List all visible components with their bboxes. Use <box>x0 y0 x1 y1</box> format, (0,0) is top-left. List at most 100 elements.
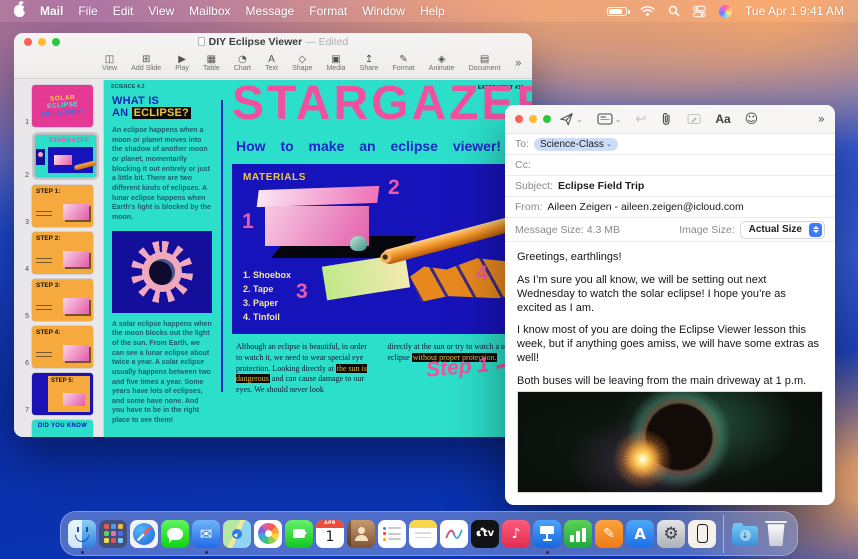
dock-maps-icon[interactable] <box>223 519 251 548</box>
view-button[interactable]: ◫ View <box>102 54 117 73</box>
animate-icon: ◈ <box>437 53 446 65</box>
send-button[interactable]: ⌄ <box>559 112 583 126</box>
slide-thumbnail-row: 6 STEP 4: <box>14 326 103 368</box>
slide-thumbnail-8[interactable]: DID YOU KNOW <box>32 420 93 437</box>
menu-mailbox[interactable]: Mailbox <box>189 4 230 18</box>
menu-file[interactable]: File <box>78 4 97 18</box>
menu-message[interactable]: Message <box>246 4 295 18</box>
message-body[interactable]: Greetings, earthlings! As I’m sure you a… <box>505 242 835 390</box>
document-button[interactable]: ▤ Document <box>469 54 501 73</box>
table-button[interactable]: ▦ Table <box>203 54 220 73</box>
dock-settings-icon[interactable]: ⚙ <box>657 519 685 548</box>
text-button[interactable]: A Text <box>265 54 278 73</box>
dock-downloads-icon[interactable]: ↓ <box>731 520 759 548</box>
dock-appstore-icon[interactable]: A <box>626 519 654 548</box>
paperclip-icon <box>663 113 670 125</box>
materials-number-1: 1 <box>242 210 254 233</box>
play-button[interactable]: ▶ Play <box>175 54 189 73</box>
share-icon: ↥ <box>364 53 374 65</box>
dock-finder-icon[interactable] <box>68 519 96 548</box>
slide-navigator: 1 SOLAR ECLIPSE FIELD TRIP! 2 STARGAZER <box>14 80 104 437</box>
running-indicator <box>80 550 84 554</box>
menu-edit[interactable]: Edit <box>113 4 134 18</box>
slide-thumbnail-row: 5 STEP 3: <box>14 279 103 321</box>
minimize-button[interactable] <box>529 115 537 123</box>
dock-reminders-icon[interactable] <box>378 519 406 548</box>
dock-launchpad-icon[interactable] <box>99 519 127 548</box>
stepper-icon <box>809 222 822 237</box>
from-field[interactable]: From: Aileen Zeigen - aileen.zeigen@iclo… <box>505 197 835 218</box>
menu-view[interactable]: View <box>148 4 174 18</box>
to-field[interactable]: To: Science-Class ⌄ <box>505 134 835 155</box>
slide-left-column: WHAT IS AN ECLIPSE? An eclipse happens w… <box>112 95 212 426</box>
dock-notes-icon[interactable] <box>409 519 437 548</box>
dock-facetime-icon[interactable] <box>285 519 313 548</box>
toolbar-overflow-icon[interactable]: » <box>818 112 825 126</box>
dock-pages-icon[interactable]: ✎ <box>595 519 623 548</box>
slide-thumbnail-4[interactable]: STEP 2: <box>32 232 93 274</box>
dock-safari-icon[interactable] <box>130 519 158 548</box>
dock-messages-icon[interactable] <box>161 519 189 548</box>
dock-music-icon[interactable]: ♪ <box>502 519 530 548</box>
share-button[interactable]: ↥ Share <box>360 54 379 73</box>
slide-thumbnail-7[interactable]: STEP 5: <box>32 373 93 415</box>
header-fields-button[interactable]: ⌄ <box>597 113 621 125</box>
menu-mail[interactable]: Mail <box>40 4 63 18</box>
media-button[interactable]: ▣ Media <box>326 54 345 73</box>
slide-canvas[interactable]: SCIENCE 4.2 EXPERIMENT #11 WHAT IS AN EC… <box>104 80 532 437</box>
dock-trash-icon[interactable] <box>762 520 790 548</box>
shoebox-illustration <box>256 185 380 208</box>
dock-calendar-icon[interactable]: APR 1 <box>316 519 344 548</box>
materials-panel: MATERIALS 1 2 3 4 1. Shoebox 2. Tape 3. … <box>232 164 532 334</box>
format-button[interactable]: ✎ Format <box>392 54 414 73</box>
control-center-icon[interactable] <box>693 5 706 18</box>
slide-thumbnail-5[interactable]: STEP 3: <box>32 279 93 321</box>
attach-file-button[interactable] <box>660 112 673 126</box>
battery-icon[interactable] <box>607 6 630 16</box>
spotlight-search-icon[interactable] <box>668 5 680 17</box>
dock-mail-icon[interactable]: ✉ <box>192 519 220 548</box>
cc-field[interactable]: Cc: <box>505 155 835 176</box>
dock-keynote-icon[interactable] <box>533 519 561 548</box>
dock-appletv-icon[interactable]: tv <box>471 519 499 548</box>
menu-clock[interactable]: Tue Apr 1 9:41 AM <box>745 4 844 18</box>
slide-thumbnail-3[interactable]: STEP 1: <box>32 185 93 227</box>
sun-eclipse-illustration <box>112 230 212 313</box>
to-recipient-token[interactable]: Science-Class ⌄ <box>534 137 618 151</box>
dock-iphone-mirroring-icon[interactable] <box>688 519 716 548</box>
eclipse-photo-attachment[interactable] <box>517 391 823 493</box>
text-icon: A <box>268 53 275 65</box>
toolbar-overflow-icon[interactable]: » <box>515 56 522 70</box>
shape-button[interactable]: ◇ Shape <box>292 54 312 73</box>
format-fonts-button[interactable]: Aa <box>715 112 730 126</box>
slide-thumbnail-2-selected[interactable]: STARGAZER <box>35 135 96 177</box>
wifi-icon[interactable] <box>640 5 655 17</box>
sun-rays-icon <box>131 240 193 303</box>
chart-button[interactable]: ◔ Chart <box>234 54 251 73</box>
mail-compose-window: ⌄ ⌄ ↩ Aa ☺ » To: Science-Class ⌄ Cc: Sub… <box>505 105 835 505</box>
add-slide-button[interactable]: ⊞ Add Slide <box>131 54 161 73</box>
subject-field[interactable]: Subject: Eclipse Field Trip <box>505 176 835 197</box>
dock-numbers-icon[interactable] <box>564 519 592 548</box>
menu-window[interactable]: Window <box>362 4 405 18</box>
siri-icon[interactable] <box>719 4 733 18</box>
close-button[interactable] <box>515 115 523 123</box>
animate-button[interactable]: ◈ Animate <box>429 54 455 73</box>
message-size-row: Message Size: 4.3 MB Image Size: Actual … <box>505 218 835 242</box>
table-icon: ▦ <box>206 53 217 65</box>
slide-question-heading: WHAT IS AN ECLIPSE? <box>112 95 191 119</box>
header-fields-icon <box>597 113 613 125</box>
materials-number-4: 4 <box>476 262 488 285</box>
slide-thumbnail-1[interactable]: SOLAR ECLIPSE FIELD TRIP! <box>32 85 93 127</box>
menu-format[interactable]: Format <box>309 4 347 18</box>
emoji-picker-button[interactable]: ☺ <box>745 112 759 127</box>
slide-thumbnail-6[interactable]: STEP 4: <box>32 326 93 368</box>
image-size-select[interactable]: Actual Size <box>739 220 825 239</box>
zoom-button[interactable] <box>543 115 551 123</box>
menu-help[interactable]: Help <box>420 4 445 18</box>
keynote-toolbar: ◫ View ⊞ Add Slide ▶ Play ▦ Table ◔ Chart A Te… <box>14 49 532 77</box>
dock-freeform-icon[interactable] <box>440 519 468 548</box>
dock-photos-icon[interactable] <box>254 519 282 548</box>
apple-menu-icon[interactable] <box>14 5 25 17</box>
dock-contacts-icon[interactable] <box>347 519 375 548</box>
